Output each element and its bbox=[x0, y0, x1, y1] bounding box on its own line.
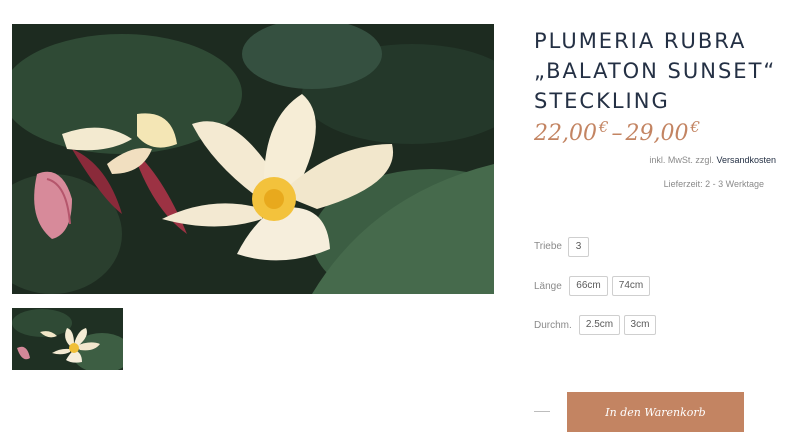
price-range: 22,00 € –29,00 € bbox=[534, 118, 700, 146]
price-max: 29,00 bbox=[625, 121, 689, 146]
product-title: PLUMERIA RUBRA „BALATON SUNSET“ STECKLIN… bbox=[534, 26, 794, 116]
tax-note-text: inkl. MwSt. zzgl. bbox=[649, 155, 714, 165]
currency-symbol: € bbox=[690, 118, 701, 136]
option-laenge-66cm[interactable]: 66cm bbox=[569, 276, 608, 296]
shipping-costs-link[interactable]: Versandkosten bbox=[716, 155, 776, 165]
quantity-divider bbox=[534, 411, 550, 412]
plumeria-photo bbox=[12, 24, 494, 294]
product-title-line-1: PLUMERIA RUBRA bbox=[534, 29, 747, 53]
option-durchmesser-3cm[interactable]: 3cm bbox=[624, 315, 656, 335]
product-thumbnail[interactable] bbox=[12, 308, 123, 370]
price-min: 22,00 bbox=[534, 121, 597, 146]
option-label-triebe: Triebe bbox=[534, 241, 562, 252]
price-separator: – bbox=[611, 121, 623, 146]
delivery-time: Lieferzeit: 2 - 3 Werktage bbox=[663, 179, 764, 189]
product-main-image[interactable] bbox=[12, 24, 494, 294]
plumeria-thumbnail-photo bbox=[12, 308, 123, 370]
option-laenge-74cm[interactable]: 74cm bbox=[612, 276, 650, 296]
tax-note: inkl. MwSt. zzgl. Versandkosten bbox=[600, 155, 776, 165]
option-triebe-3[interactable]: 3 bbox=[568, 237, 589, 257]
option-label-laenge: Länge bbox=[534, 281, 562, 292]
product-title-line-3: STECKLING bbox=[534, 89, 670, 113]
add-to-cart-button[interactable]: In den Warenkorb bbox=[567, 392, 744, 432]
product-title-line-2: „BALATON SUNSET“ bbox=[534, 59, 777, 83]
currency-symbol: € bbox=[598, 118, 609, 136]
option-durchmesser-2-5cm[interactable]: 2.5cm bbox=[579, 315, 620, 335]
option-label-durchmesser: Durchm. bbox=[534, 320, 572, 331]
